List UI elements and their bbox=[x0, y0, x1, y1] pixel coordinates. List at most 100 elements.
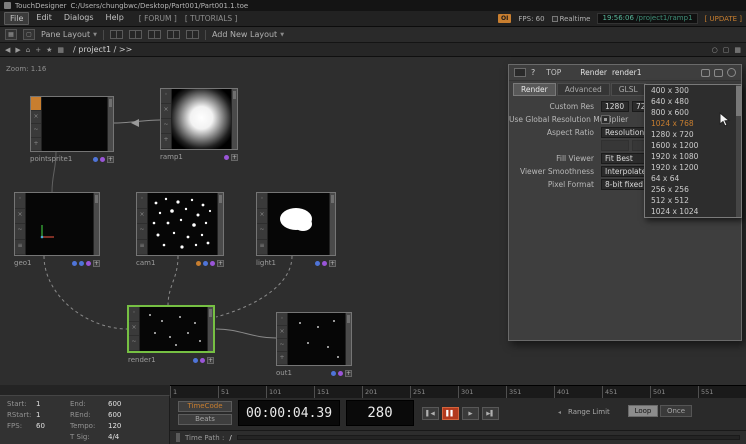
timeline-ruler[interactable]: 151101151201251301351401451501551 bbox=[170, 385, 746, 398]
flag-icon[interactable]: × bbox=[31, 111, 41, 125]
flag-icon[interactable]: ~ bbox=[15, 224, 25, 240]
time-path-slider[interactable] bbox=[237, 435, 740, 440]
play-button[interactable]: ▶ bbox=[462, 407, 479, 420]
pane-grid-icon[interactable]: ▦ bbox=[5, 29, 17, 40]
forward-icon[interactable]: ▶ bbox=[15, 46, 20, 54]
menu-scrollbar[interactable] bbox=[736, 85, 741, 217]
node-viewer[interactable] bbox=[268, 193, 329, 255]
flag-icon[interactable]: ◦ bbox=[137, 193, 147, 209]
node-flags[interactable]: × ~ + bbox=[31, 97, 42, 151]
flag-icon[interactable]: ◦ bbox=[257, 193, 267, 209]
node-flags[interactable]: ◦ × ~ + bbox=[277, 313, 288, 365]
step-back-button[interactable]: ▌◀ bbox=[422, 407, 439, 420]
layout-preset-icon[interactable] bbox=[129, 30, 142, 39]
node-viewer[interactable] bbox=[148, 193, 217, 255]
add-new-layout-button[interactable]: Add New Layout ▼ bbox=[212, 30, 284, 39]
node-viewer[interactable] bbox=[172, 89, 231, 149]
node-flag-dots[interactable]: + bbox=[224, 154, 238, 161]
beats-mode-button[interactable]: Beats bbox=[178, 414, 232, 425]
layout-preset-icon[interactable] bbox=[110, 30, 123, 39]
node-viewer[interactable] bbox=[288, 313, 345, 365]
parameter-tab[interactable]: Render bbox=[513, 83, 556, 96]
resolution-option[interactable]: 1920 x 1200 bbox=[645, 162, 735, 173]
node-flags[interactable]: ◦ × ~ ≡ bbox=[137, 193, 148, 255]
pane-single-icon[interactable]: ▢ bbox=[23, 29, 35, 40]
node-flag-dots[interactable]: + bbox=[315, 260, 336, 267]
layout-preset-icon[interactable] bbox=[167, 30, 180, 39]
field-value[interactable]: 600 bbox=[108, 411, 169, 419]
flag-icon[interactable]: ~ bbox=[129, 336, 139, 351]
node-viewer[interactable] bbox=[140, 307, 207, 351]
timecode-mode-button[interactable]: TimeCode bbox=[178, 401, 232, 412]
flag-icon[interactable]: ≡ bbox=[15, 240, 25, 256]
add-flag-icon[interactable]: + bbox=[93, 260, 100, 267]
realtime-checkbox[interactable] bbox=[552, 16, 558, 22]
menu-link[interactable]: [ FORUM ] bbox=[139, 14, 177, 23]
flag-icon[interactable]: + bbox=[31, 138, 41, 152]
flag-icon[interactable]: + bbox=[277, 352, 287, 365]
add-flag-icon[interactable]: + bbox=[329, 260, 336, 267]
node-scrollbar[interactable] bbox=[231, 89, 237, 149]
menu-item[interactable]: File bbox=[4, 12, 29, 25]
node-flags[interactable]: ◦ × ~ ≡ bbox=[15, 193, 26, 255]
parameter-tab[interactable]: Advanced bbox=[557, 83, 610, 96]
node-pointsprite1[interactable]: × ~ + bbox=[30, 96, 114, 152]
add-flag-icon[interactable]: + bbox=[107, 156, 114, 163]
resolution-option[interactable]: 64 x 64 bbox=[645, 173, 735, 184]
flag-icon[interactable]: ~ bbox=[31, 124, 41, 138]
flag-icon[interactable]: ~ bbox=[161, 119, 171, 134]
node-viewer-icon[interactable] bbox=[514, 68, 526, 77]
flag-icon[interactable]: + bbox=[161, 134, 171, 149]
flag-icon[interactable]: ≡ bbox=[257, 240, 267, 256]
node-flag-dots[interactable]: + bbox=[93, 156, 114, 163]
flag-icon[interactable]: ◦ bbox=[15, 193, 25, 209]
grid-icon[interactable]: ▦ bbox=[57, 46, 64, 54]
field-value[interactable]: 600 bbox=[108, 400, 169, 408]
once-button[interactable]: Once bbox=[660, 405, 692, 417]
node-flag-dots[interactable]: + bbox=[196, 260, 224, 267]
flag-icon[interactable]: ≡ bbox=[137, 240, 147, 256]
field-value[interactable]: 1 bbox=[36, 400, 70, 408]
add-flag-icon[interactable]: + bbox=[231, 154, 238, 161]
field-value[interactable]: 4/4 bbox=[108, 433, 169, 441]
add-icon[interactable]: + bbox=[35, 46, 41, 54]
square-view-icon[interactable]: ▢ bbox=[723, 46, 730, 54]
parameter-tab[interactable]: GLSL bbox=[611, 83, 646, 96]
flag-icon[interactable]: × bbox=[161, 104, 171, 119]
flag-icon[interactable]: ~ bbox=[257, 224, 267, 240]
node-scrollbar[interactable] bbox=[93, 193, 99, 255]
node-flags[interactable]: ◦ × ~ + bbox=[161, 89, 172, 149]
comment-icon[interactable] bbox=[701, 69, 710, 77]
node-out1[interactable]: ◦ × ~ + bbox=[276, 312, 352, 366]
back-icon[interactable]: ◀ bbox=[5, 46, 10, 54]
add-flag-icon[interactable]: + bbox=[207, 357, 214, 364]
node-viewer[interactable] bbox=[26, 193, 93, 255]
resolution-option[interactable]: 512 x 512 bbox=[645, 195, 735, 206]
resolution-option[interactable]: 400 x 300 bbox=[645, 85, 735, 96]
copy-icon[interactable] bbox=[714, 69, 723, 77]
pause-button[interactable]: ▌▌ bbox=[442, 407, 459, 420]
node-geo1[interactable]: ◦ × ~ ≡ bbox=[14, 192, 100, 256]
resolution-option[interactable]: 256 x 256 bbox=[645, 184, 735, 195]
menu-item[interactable]: Help bbox=[101, 12, 129, 25]
resolution-option[interactable]: 1280 x 720 bbox=[645, 129, 735, 140]
flag-icon[interactable]: ◦ bbox=[129, 307, 139, 322]
flag-icon[interactable]: ~ bbox=[137, 224, 147, 240]
flag-icon[interactable]: ~ bbox=[277, 339, 287, 352]
breadcrumb[interactable]: / project1 / >> bbox=[73, 45, 132, 54]
node-ramp1[interactable]: ◦ × ~ + bbox=[160, 88, 238, 150]
global-res-checkbox[interactable] bbox=[601, 115, 610, 124]
node-scrollbar[interactable] bbox=[217, 193, 223, 255]
flag-icon[interactable]: × bbox=[137, 209, 147, 225]
flag-icon[interactable]: × bbox=[129, 322, 139, 337]
time-path-value[interactable]: / bbox=[229, 434, 231, 442]
drag-handle[interactable] bbox=[176, 433, 180, 442]
node-flags[interactable]: ◦ × ~ bbox=[129, 307, 140, 351]
resolution-option[interactable]: 1024 x 1024 bbox=[645, 206, 735, 217]
layout-preset-icon[interactable] bbox=[148, 30, 161, 39]
node-flag-dots[interactable]: + bbox=[331, 370, 352, 377]
flag-icon[interactable]: × bbox=[257, 209, 267, 225]
parent-icon[interactable]: ⌂ bbox=[26, 46, 30, 54]
node-flag-dots[interactable]: + bbox=[72, 260, 100, 267]
field-value[interactable]: 60 bbox=[36, 422, 70, 430]
